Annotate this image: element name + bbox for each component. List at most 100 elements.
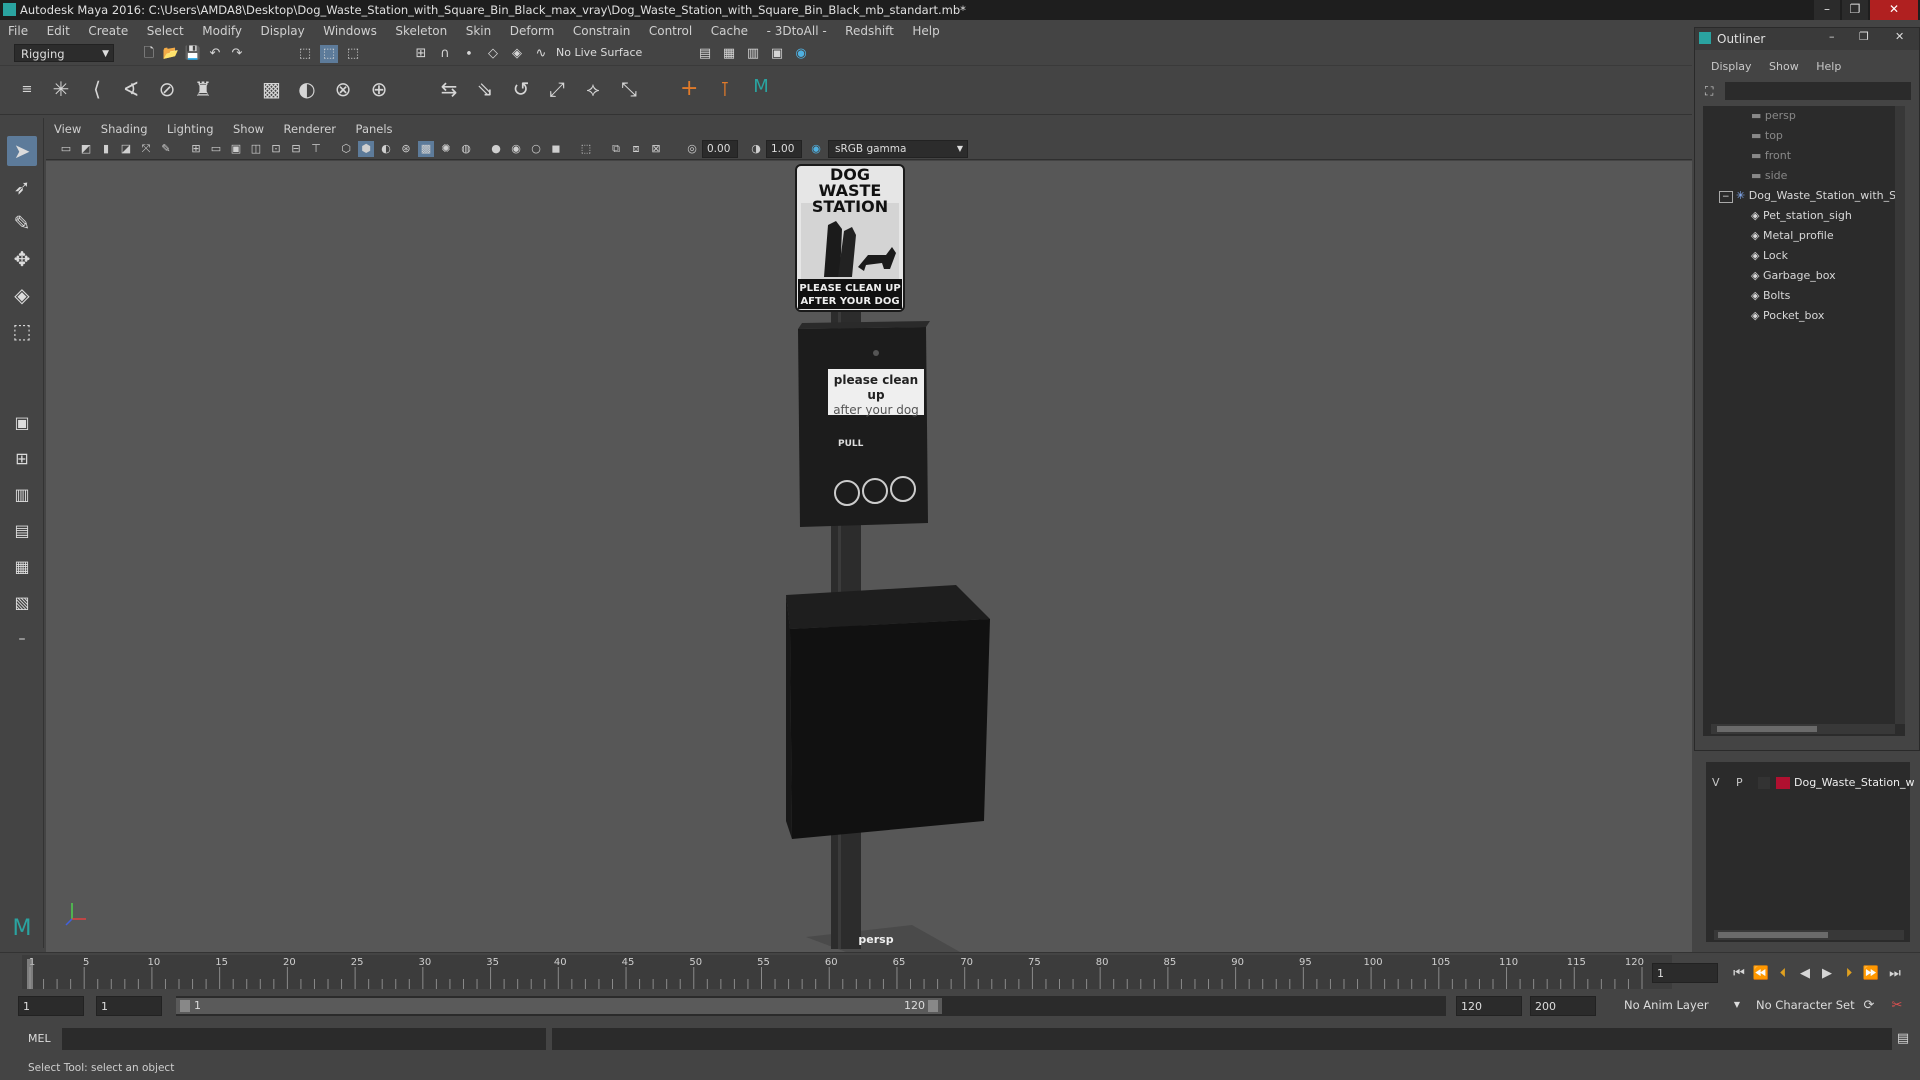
side-by-side-icon[interactable]: ▥: [7, 480, 37, 510]
menu-skeleton[interactable]: Skeleton: [395, 24, 447, 38]
auto-key-icon[interactable]: ⟳: [1860, 997, 1878, 1015]
select-component-icon[interactable]: ⬚: [344, 45, 362, 63]
outliner-horizontal-scrollbar[interactable]: [1711, 724, 1895, 734]
viewport-persp[interactable]: DOG WASTE STATION PLEASE CLEAN UP AFTER …: [46, 161, 1692, 952]
start-frame-field[interactable]: 1: [18, 996, 84, 1016]
grid-icon[interactable]: ⊞: [188, 141, 204, 157]
parent-constraint-icon[interactable]: ⟡: [584, 79, 602, 99]
mel-label[interactable]: MEL: [28, 1032, 51, 1045]
step-back-frame-icon[interactable]: ⏴: [1774, 965, 1792, 983]
depth-of-field-icon[interactable]: ◼: [548, 141, 564, 157]
shadows-icon[interactable]: ◍: [458, 141, 474, 157]
range-handle-bar[interactable]: 1 120: [176, 998, 942, 1014]
end-frame-field[interactable]: 200: [1530, 996, 1596, 1016]
step-forward-key-icon[interactable]: ⏩: [1862, 965, 1880, 983]
render-settings-icon[interactable]: ▤: [696, 45, 714, 63]
paint-weights-icon[interactable]: ◐: [298, 79, 316, 99]
default-material-icon[interactable]: ◐: [378, 141, 394, 157]
outliner-item-persp[interactable]: ▬ persp: [1751, 106, 1796, 126]
outliner-minimize-button[interactable]: –: [1829, 30, 1835, 43]
use-all-lights-icon[interactable]: ✺: [438, 141, 454, 157]
render-view-icon[interactable]: ▣: [768, 45, 786, 63]
new-scene-icon[interactable]: 🗋: [140, 45, 158, 63]
outliner-menu-show[interactable]: Show: [1769, 60, 1799, 73]
go-to-start-icon[interactable]: ⏮: [1730, 965, 1748, 983]
snap-point-icon[interactable]: ∙: [460, 45, 478, 63]
animation-prefs-icon[interactable]: ✂: [1888, 997, 1906, 1015]
outliner-close-button[interactable]: ✕: [1895, 30, 1904, 43]
range-end-handle[interactable]: [928, 1000, 938, 1012]
range-start-handle[interactable]: [180, 1000, 190, 1012]
xray-icon[interactable]: ⧉: [608, 141, 624, 157]
menu-cache[interactable]: Cache: [711, 24, 748, 38]
play-forwards-icon[interactable]: ▶: [1818, 965, 1836, 983]
range-track[interactable]: 1 120: [176, 996, 1446, 1016]
gamma-field[interactable]: 1.00: [766, 140, 802, 158]
camera-select-icon[interactable]: ▭: [58, 141, 74, 157]
gamma-icon[interactable]: ◑: [748, 141, 764, 157]
wireframe-on-shaded-icon[interactable]: ⊛: [398, 141, 414, 157]
screen-space-ao-icon[interactable]: ●: [488, 141, 504, 157]
exposure-icon[interactable]: ◎: [684, 141, 700, 157]
point-constraint-icon[interactable]: ⇆: [440, 79, 458, 99]
open-scene-icon[interactable]: 📂: [162, 45, 180, 63]
outliner-menu-display[interactable]: Display: [1711, 60, 1752, 73]
layer-playback-toggle[interactable]: P: [1736, 774, 1743, 792]
bind-skin-icon[interactable]: ▩: [262, 79, 281, 99]
joint-tool-icon[interactable]: ✳: [52, 79, 70, 99]
snap-grid-icon[interactable]: ⊞: [412, 45, 430, 63]
close-button[interactable]: ✕: [1870, 0, 1918, 20]
maya-m-icon[interactable]: M: [7, 914, 37, 944]
menu-windows[interactable]: Windows: [323, 24, 377, 38]
layer-scroll-thumb[interactable]: [1718, 932, 1828, 938]
layer-horizontal-scrollbar[interactable]: [1714, 930, 1904, 940]
outliner-item-child[interactable]: ◈ Pocket_box: [1751, 306, 1824, 326]
outliner-maximize-button[interactable]: ❐: [1859, 30, 1869, 43]
minimize-button[interactable]: –: [1814, 0, 1840, 20]
ik-spline-icon[interactable]: ∢: [122, 79, 140, 99]
layer-visibility-toggle[interactable]: V: [1712, 774, 1720, 792]
outliner-item-child[interactable]: ◈ Bolts: [1751, 286, 1790, 306]
layer-row[interactable]: V P Dog_Waste_Station_w: [1706, 774, 1915, 792]
outliner-item-child[interactable]: ◈ Lock: [1751, 246, 1788, 266]
playback-start-field[interactable]: 1: [96, 996, 162, 1016]
live-surface-label[interactable]: No Live Surface: [556, 46, 642, 59]
outliner-scroll-thumb[interactable]: [1717, 726, 1817, 732]
layer-type-toggle[interactable]: [1758, 777, 1770, 789]
move-tool-icon[interactable]: ✥: [7, 244, 37, 274]
current-time-marker[interactable]: [27, 959, 33, 989]
menu-3dtoall[interactable]: - 3DtoAll -: [767, 24, 827, 38]
layout-graph-icon[interactable]: ▧: [7, 588, 37, 618]
anim-layer-dropdown[interactable]: No Anim Layer ▼: [1618, 996, 1742, 1016]
menu-edit[interactable]: Edit: [47, 24, 70, 38]
gate-mask-icon[interactable]: ◫: [248, 141, 264, 157]
xray-joints-icon[interactable]: ⧈: [628, 141, 644, 157]
single-view-icon[interactable]: ▣: [7, 408, 37, 438]
persp-outliner-icon[interactable]: ▤: [7, 516, 37, 546]
menu-control[interactable]: Control: [649, 24, 692, 38]
outliner-item-child[interactable]: ◈ Pet_station_sigh: [1751, 206, 1852, 226]
undo-icon[interactable]: ↶: [206, 45, 224, 63]
cluster-icon[interactable]: ⊕: [370, 79, 388, 99]
outliner-item-top[interactable]: ▬ top: [1751, 126, 1783, 146]
go-to-end-icon[interactable]: ⏭: [1886, 965, 1904, 983]
anti-aliasing-icon[interactable]: ○: [528, 141, 544, 157]
menu-redshift[interactable]: Redshift: [845, 24, 894, 38]
scale-tool-icon[interactable]: ⬚: [7, 316, 37, 346]
outliner-item-group[interactable]: − ✳ Dog_Waste_Station_with_S: [1719, 186, 1896, 206]
safe-action-icon[interactable]: ⊟: [288, 141, 304, 157]
outliner-item-front[interactable]: ▬ front: [1751, 146, 1791, 166]
snap-curve-icon[interactable]: ∩: [436, 45, 454, 63]
view-transform-dropdown[interactable]: sRGB gamma ▼: [828, 140, 968, 158]
paint-select-icon[interactable]: ✎: [7, 208, 37, 238]
save-scene-icon[interactable]: 💾: [184, 45, 202, 63]
pole-vector-icon[interactable]: ⤡: [620, 79, 638, 99]
key-icon[interactable]: ⊺: [716, 79, 734, 99]
field-chart-icon[interactable]: ⊡: [268, 141, 284, 157]
menu-constrain[interactable]: Constrain: [573, 24, 631, 38]
outliner-item-side[interactable]: ▬ side: [1751, 166, 1787, 186]
outliner-item-child[interactable]: ◈ Metal_profile: [1751, 226, 1834, 246]
outliner-search-input[interactable]: [1725, 82, 1911, 100]
menuset-dropdown[interactable]: Rigging ▼: [14, 44, 114, 62]
snap-surface-icon[interactable]: ◈: [508, 45, 526, 63]
